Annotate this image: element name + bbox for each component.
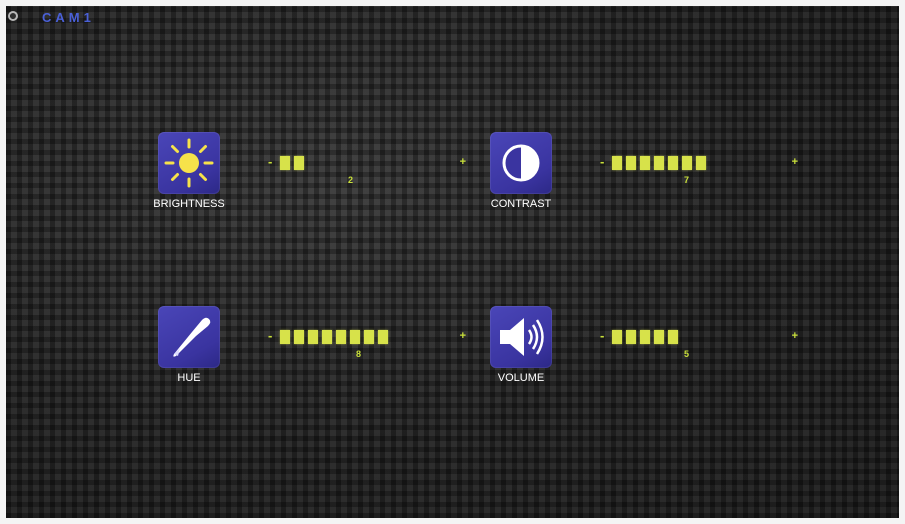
level-ticks [612,330,678,344]
level-tick [350,330,360,344]
level-ticks [280,156,304,170]
level-tick [640,330,650,344]
volume-button[interactable] [490,306,552,368]
level-tick [612,156,622,170]
contrast-level-bar[interactable]: - 7 + [600,154,850,185]
decrease-button[interactable]: - [600,328,604,343]
hue-level-bar[interactable]: - 8 + [268,328,518,359]
volume-label: VOLUME [497,372,545,384]
level-tick [308,330,318,344]
level-tick [294,156,304,170]
brightness-control[interactable]: BRIGHTNESS - 2 + [153,132,518,232]
sun-icon [164,138,214,188]
level-tick [682,156,692,170]
level-tick [626,156,636,170]
level-tick [280,330,290,344]
osd-screen: CAM1 BRIGHTNESS - 2 + CONTRAST - 7 + HUE… [6,6,899,518]
contrast-control[interactable]: CONTRAST - 7 + [490,132,850,232]
level-tick [322,330,332,344]
brightness-button[interactable] [158,132,220,194]
increase-button[interactable]: + [792,330,798,342]
increase-button[interactable]: + [460,330,466,342]
volume-control[interactable]: VOLUME - 5 + [490,306,850,406]
speaker-icon [500,318,544,356]
level-ticks [280,330,388,344]
dropper-icon [173,317,211,357]
status-icon [8,11,18,21]
increase-button[interactable]: + [792,156,798,168]
brightness-level-bar[interactable]: - 2 + [268,154,518,185]
level-tick [378,330,388,344]
contrast-button[interactable] [490,132,552,194]
hue-button[interactable] [158,306,220,368]
level-value: 7 [684,175,690,185]
decrease-button[interactable]: - [268,328,272,343]
level-value: 5 [684,349,690,359]
contrast-icon [502,144,540,182]
level-tick [626,330,636,344]
camera-label: CAM1 [42,10,95,25]
level-tick [612,330,622,344]
volume-level-bar[interactable]: - 5 + [600,328,850,359]
level-tick [696,156,706,170]
level-tick [668,156,678,170]
level-tick [280,156,290,170]
decrease-button[interactable]: - [268,154,272,169]
hue-label: HUE [177,372,201,384]
brightness-label: BRIGHTNESS [153,198,225,210]
level-value: 8 [356,349,362,359]
level-ticks [612,156,706,170]
hue-control[interactable]: HUE - 8 + [158,306,518,406]
screenshot-page: CAM1 BRIGHTNESS - 2 + CONTRAST - 7 + HUE… [0,0,905,524]
decrease-button[interactable]: - [600,154,604,169]
level-tick [294,330,304,344]
level-tick [654,156,664,170]
level-tick [336,330,346,344]
level-tick [364,330,374,344]
increase-button[interactable]: + [460,156,466,168]
level-tick [654,330,664,344]
level-tick [668,330,678,344]
level-value: 2 [348,175,354,185]
contrast-label: CONTRAST [490,198,552,210]
level-tick [640,156,650,170]
